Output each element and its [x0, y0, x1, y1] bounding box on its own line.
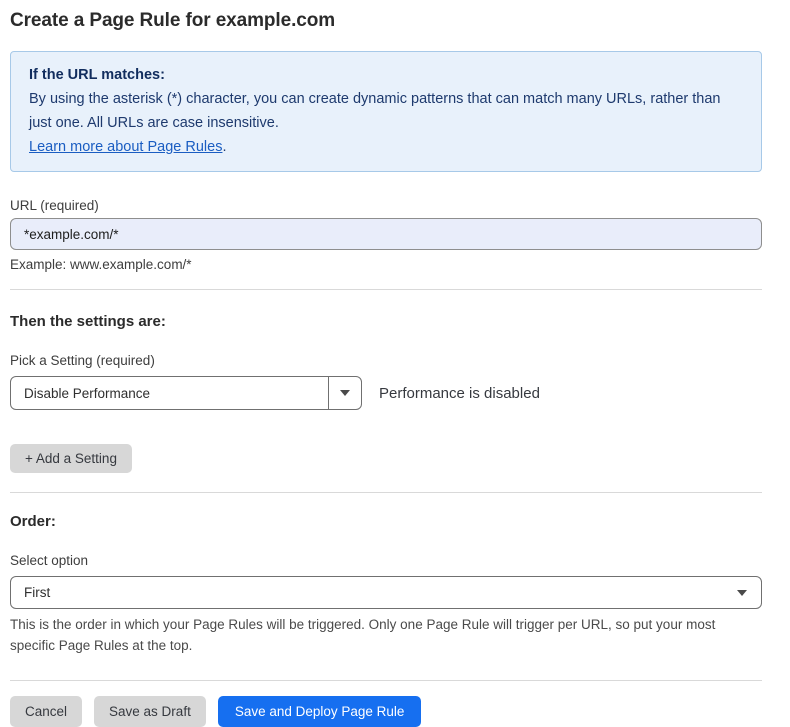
info-box-heading: If the URL matches:	[29, 63, 743, 87]
setting-select-arrow-segment[interactable]	[328, 377, 361, 409]
learn-more-link[interactable]: Learn more about Page Rules	[29, 139, 222, 155]
info-box-body-text: By using the asterisk (*) character, you…	[29, 91, 721, 131]
form-actions: Cancel Save as Draft Save and Deploy Pag…	[10, 696, 762, 727]
url-input[interactable]	[10, 218, 762, 250]
setting-select[interactable]: Disable Performance	[10, 376, 362, 410]
setting-row: Disable Performance Performance is disab…	[10, 376, 762, 410]
divider	[10, 289, 762, 290]
info-box-body: By using the asterisk (*) character, you…	[29, 87, 743, 135]
save-as-draft-button[interactable]: Save as Draft	[94, 696, 206, 727]
setting-status-text: Performance is disabled	[379, 385, 540, 402]
settings-section-heading: Then the settings are:	[10, 313, 762, 330]
order-help-text: This is the order in which your Page Rul…	[10, 614, 750, 656]
save-and-deploy-button[interactable]: Save and Deploy Page Rule	[218, 696, 422, 727]
order-section-heading: Order:	[10, 513, 762, 530]
add-setting-button[interactable]: + Add a Setting	[10, 444, 132, 473]
divider	[10, 492, 762, 493]
url-field-label: URL (required)	[10, 198, 762, 213]
link-period: .	[222, 139, 226, 155]
setting-select-value: Disable Performance	[11, 377, 328, 409]
cancel-button[interactable]: Cancel	[10, 696, 82, 727]
order-select-label: Select option	[10, 553, 762, 568]
pick-setting-label: Pick a Setting (required)	[10, 353, 762, 368]
divider	[10, 680, 762, 681]
chevron-down-icon	[737, 590, 747, 596]
order-select-value: First	[24, 585, 737, 600]
chevron-down-icon	[340, 390, 350, 396]
url-match-info-box: If the URL matches: By using the asteris…	[10, 51, 762, 172]
order-select[interactable]: First	[10, 576, 762, 609]
page-rule-form: Create a Page Rule for example.com If th…	[10, 10, 762, 727]
page-title: Create a Page Rule for example.com	[10, 10, 762, 32]
info-box-link-line: Learn more about Page Rules.	[29, 135, 743, 159]
url-example-text: Example: www.example.com/*	[10, 257, 762, 272]
